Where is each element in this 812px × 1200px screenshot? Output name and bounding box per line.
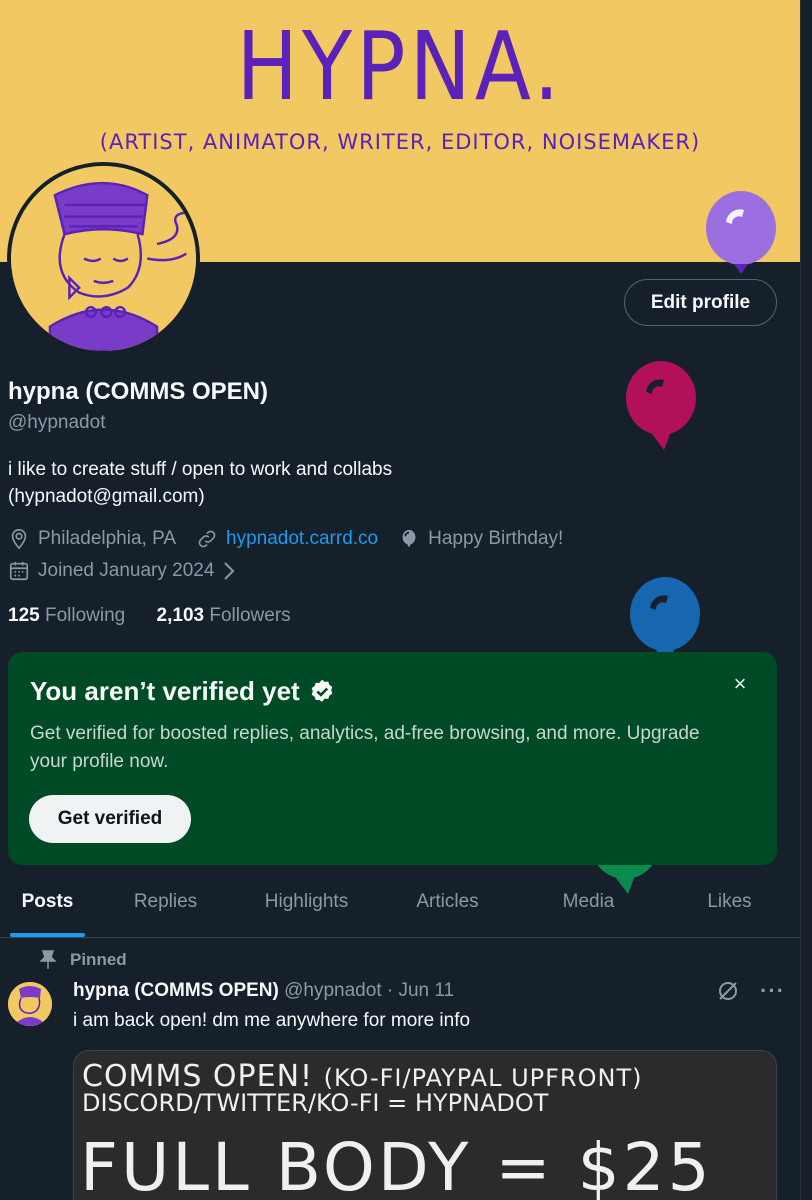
tab-articles[interactable]: Articles: [377, 872, 518, 937]
post-avatar[interactable]: [8, 982, 52, 1026]
following-count: 125: [8, 605, 40, 626]
verification-title-text: You aren’t verified yet: [30, 676, 300, 706]
followers-count: 2,103: [156, 605, 205, 626]
location-item: Philadelphia, PA: [8, 528, 176, 550]
birthday-text: Happy Birthday!: [428, 528, 564, 549]
post-media-image[interactable]: COMMS OPEN! (KO-FI/PAYPAL UPFRONT) DISCO…: [73, 1050, 777, 1200]
joined-row[interactable]: Joined January 2024: [8, 560, 238, 582]
birthday-item: Happy Birthday!: [398, 528, 563, 550]
verification-card: You aren’t verified yet Get verified for…: [8, 652, 777, 865]
profile-name: hypna (COMMS OPEN): [8, 378, 269, 405]
pinned-indicator: Pinned: [40, 950, 127, 970]
website-link[interactable]: hypnadot.carrd.co: [226, 528, 378, 550]
post-author[interactable]: hypna (COMMS OPEN): [73, 980, 279, 1001]
balloon-magenta: [626, 361, 696, 450]
verified-badge-icon: [311, 679, 332, 702]
bio-line: (hypnadot@gmail.com): [8, 486, 205, 507]
banner-title: HYPNA.: [236, 12, 564, 123]
tab-posts[interactable]: Posts: [0, 872, 95, 937]
get-verified-button[interactable]: Get verified: [29, 795, 191, 843]
media-line-2: DISCORD/TWITTER/KO-FI = HYPNADOT: [82, 1089, 549, 1117]
scrollbar-track[interactable]: [800, 0, 812, 1200]
pin-icon: [40, 950, 56, 969]
location-text: Philadelphia, PA: [38, 528, 177, 549]
chevron-right-icon: [224, 562, 235, 580]
pinned-label: Pinned: [70, 950, 127, 969]
following-label: Following: [44, 605, 126, 626]
profile-tabs: Posts Replies Highlights Articles Media …: [0, 872, 800, 938]
follow-stats: 125 Following 2,103 Followers: [8, 605, 317, 627]
followers-link[interactable]: 2,103 Followers: [157, 605, 291, 626]
more-icon[interactable]: ···: [760, 978, 785, 1004]
tab-highlights[interactable]: Highlights: [236, 872, 377, 937]
calendar-icon: [9, 561, 29, 581]
banner-subtitle: (ARTIST, ANIMATOR, WRITER, EDITOR, NOISE…: [99, 130, 701, 154]
post-separator: ·: [386, 980, 394, 1001]
post-date[interactable]: Jun 11: [398, 980, 454, 1001]
location-icon: [11, 529, 27, 550]
bio-line: i like to create stuff / open to work an…: [8, 459, 393, 480]
link-icon: [198, 530, 216, 548]
tab-likes[interactable]: Likes: [659, 872, 800, 937]
verification-description: Get verified for boosted replies, analyt…: [30, 723, 700, 772]
following-link[interactable]: 125 Following: [8, 605, 125, 626]
joined-text: Joined January 2024: [38, 560, 215, 581]
followers-label: Followers: [209, 605, 291, 626]
post-actions: ···: [716, 978, 785, 1004]
profile-handle: @hypnadot: [8, 412, 106, 433]
edit-profile-button[interactable]: Edit profile: [624, 279, 777, 326]
close-icon[interactable]: ×: [726, 670, 754, 698]
profile-meta-row: Philadelphia, PA hypnadot.carrd.co Happy…: [8, 528, 583, 550]
verification-title: You aren’t verified yet: [30, 676, 336, 707]
balloon-icon: [402, 529, 416, 548]
website-item[interactable]: hypnadot.carrd.co: [196, 528, 378, 550]
media-line-1-small: (KO-FI/PAYPAL UPFRONT): [323, 1064, 643, 1092]
tab-replies[interactable]: Replies: [95, 872, 236, 937]
post-header: hypna (COMMS OPEN) @hypnadot · Jun 11: [73, 980, 454, 1002]
tab-media[interactable]: Media: [518, 872, 659, 937]
media-line-3: FULL BODY = $25: [80, 1129, 713, 1200]
balloon-purple: [706, 191, 776, 274]
grok-icon[interactable]: [716, 979, 740, 1003]
post-text: i am back open! dm me anywhere for more …: [73, 1010, 471, 1031]
profile-avatar[interactable]: [7, 162, 200, 355]
post-handle[interactable]: @hypnadot: [284, 980, 381, 1001]
profile-bio: i like to create stuff / open to work an…: [8, 456, 568, 510]
